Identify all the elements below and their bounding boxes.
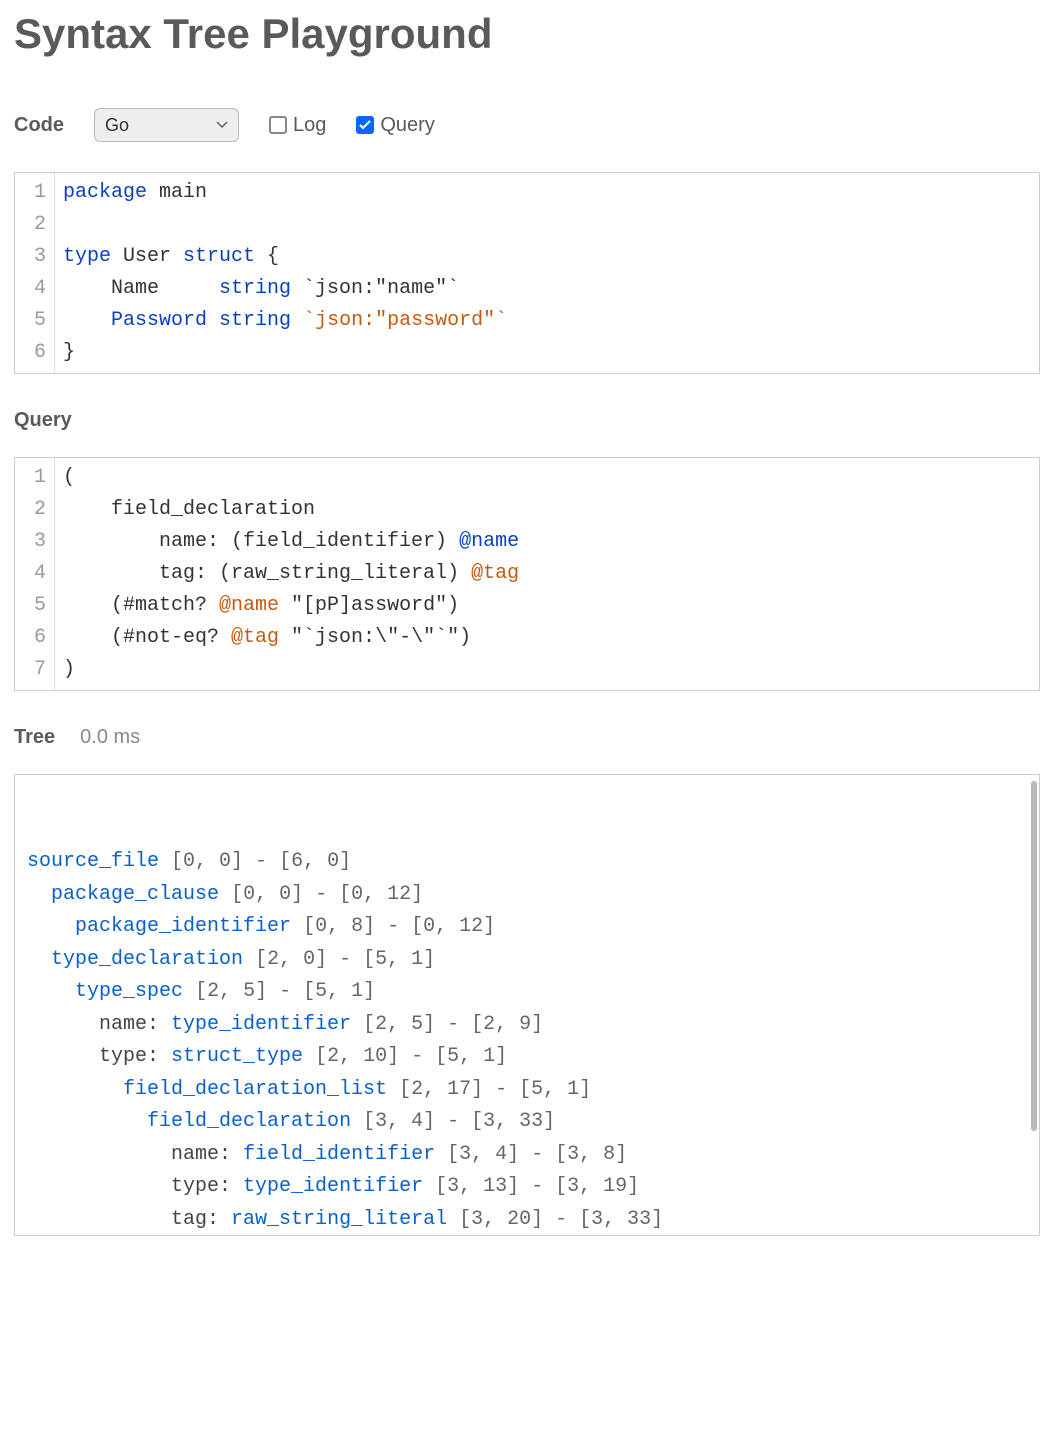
tree-row[interactable]: type: struct_type [2, 10] - [5, 1] <box>27 1041 1027 1074</box>
tree-panel[interactable]: source_file [0, 0] - [6, 0] package_clau… <box>14 774 1040 1236</box>
code-label: Code <box>14 114 64 137</box>
query-label: Query <box>380 114 434 137</box>
query-gutter: 1234567 <box>15 458 55 690</box>
tree-label: Tree <box>14 726 55 749</box>
code-body[interactable]: package maintype User struct { Name stri… <box>55 173 1039 373</box>
log-label: Log <box>293 114 326 137</box>
tree-row[interactable]: type_declaration [2, 0] - [5, 1] <box>27 944 1027 977</box>
tree-row[interactable]: type: type_identifier [3, 13] - [3, 19] <box>27 1171 1027 1204</box>
page-title: Syntax Tree Playground <box>14 10 1040 58</box>
tree-row[interactable]: source_file [0, 0] - [6, 0] <box>27 846 1027 879</box>
code-editor[interactable]: 123456 package maintype User struct { Na… <box>14 172 1040 374</box>
tree-row[interactable]: name: field_identifier [3, 4] - [3, 8] <box>27 1139 1027 1172</box>
code-gutter: 123456 <box>15 173 55 373</box>
query-checkbox[interactable] <box>356 116 374 134</box>
query-editor[interactable]: 1234567 ( field_declaration name: (field… <box>14 457 1040 691</box>
scrollbar-thumb[interactable] <box>1031 781 1037 1131</box>
tree-row[interactable]: tag: raw_string_literal [3, 20] - [3, 33… <box>27 1204 1027 1237</box>
tree-row[interactable]: name: type_identifier [2, 5] - [2, 9] <box>27 1009 1027 1042</box>
log-checkbox[interactable] <box>269 116 287 134</box>
tree-header: Tree 0.0 ms <box>14 726 1040 749</box>
query-section-label: Query <box>14 409 1040 432</box>
tree-row[interactable]: package_identifier [0, 8] - [0, 12] <box>27 911 1027 944</box>
controls-row: Code Go Log Query <box>14 108 1040 142</box>
tree-row[interactable]: field_declaration [3, 4] - [3, 33] <box>27 1106 1027 1139</box>
tree-row[interactable]: package_clause [0, 0] - [0, 12] <box>27 879 1027 912</box>
tree-time: 0.0 ms <box>80 726 140 749</box>
language-select[interactable]: Go <box>94 108 239 142</box>
query-body[interactable]: ( field_declaration name: (field_identif… <box>55 458 1039 690</box>
tree-row[interactable]: field_declaration_list [2, 17] - [5, 1] <box>27 1074 1027 1107</box>
log-checkbox-wrap[interactable]: Log <box>269 114 326 137</box>
query-checkbox-wrap[interactable]: Query <box>356 114 434 137</box>
tree-row[interactable]: type_spec [2, 5] - [5, 1] <box>27 976 1027 1009</box>
